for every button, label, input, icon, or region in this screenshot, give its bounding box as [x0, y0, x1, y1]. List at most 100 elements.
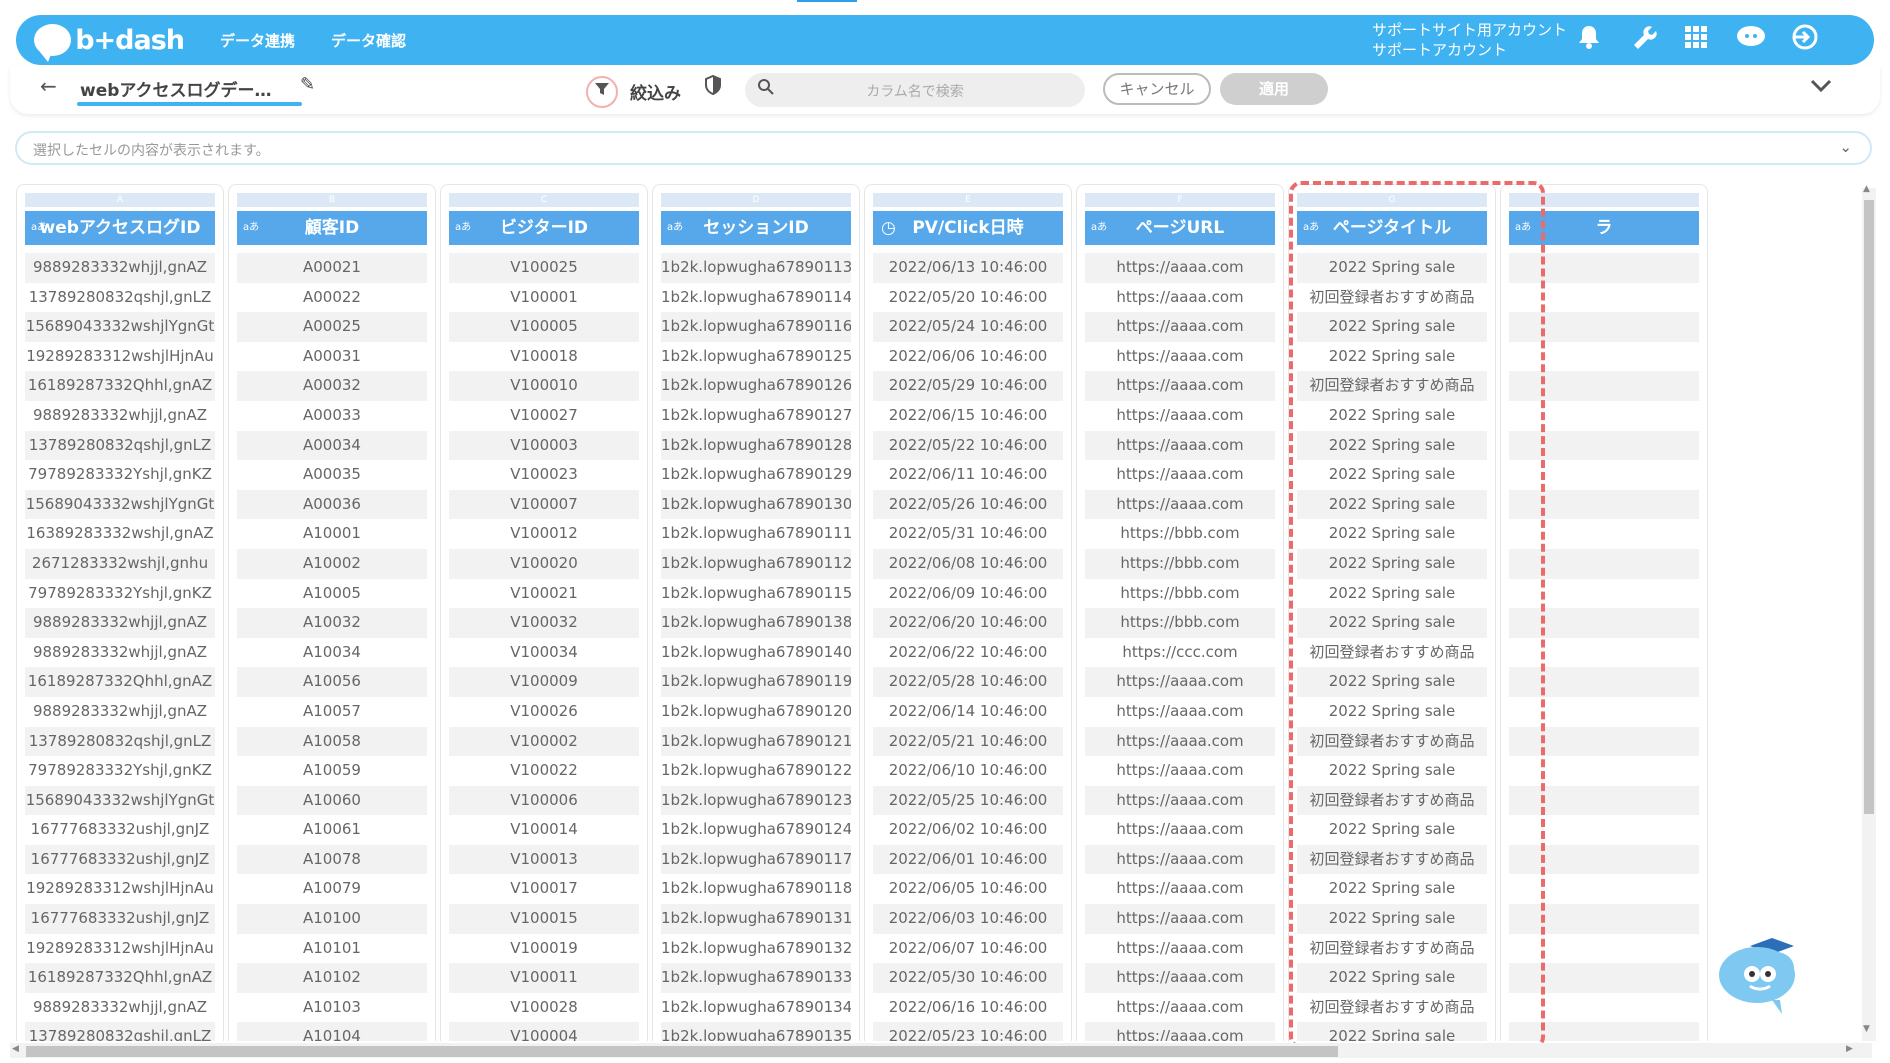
table-cell[interactable]: 初回登録者おすすめ商品 — [1297, 993, 1487, 1023]
table-cell[interactable]: 79789283332Yshjl,gnKZ — [25, 460, 215, 490]
table-cell[interactable]: A10001 — [237, 519, 427, 549]
table-cell[interactable]: 2022/06/05 10:46:00 — [873, 874, 1063, 904]
table-cell[interactable]: https://aaaa.com — [1085, 312, 1275, 342]
table-cell[interactable]: 1b2k.lopwugha67890112 — [661, 548, 851, 579]
table-cell[interactable]: 13789280832qshjl,gnLZ — [25, 430, 215, 461]
table-cell[interactable]: 2022/06/14 10:46:00 — [873, 697, 1063, 727]
table-cell[interactable] — [1509, 904, 1699, 934]
table-cell[interactable]: V100007 — [449, 489, 639, 520]
table-cell[interactable]: 19289283312wshjlHjnAu — [25, 874, 215, 904]
column-header[interactable]: ◷ PV/Click日時 — [873, 211, 1063, 245]
table-cell[interactable]: 2022/06/15 10:46:00 — [873, 401, 1063, 431]
table-cell[interactable]: A10005 — [237, 579, 427, 609]
table-cell[interactable]: https://aaaa.com — [1085, 283, 1275, 313]
table-cell[interactable]: 1b2k.lopwugha67890129 — [661, 460, 851, 490]
table-cell[interactable]: 初回登録者おすすめ商品 — [1297, 283, 1487, 313]
column-header[interactable]: aあ webアクセスログID — [25, 211, 215, 245]
table-cell[interactable]: A00034 — [237, 430, 427, 461]
table-cell[interactable]: 2022/06/16 10:46:00 — [873, 993, 1063, 1023]
column-header[interactable]: aあ ページタイトル — [1297, 211, 1487, 245]
bell-icon[interactable] — [1573, 24, 1605, 56]
table-cell[interactable]: 初回登録者おすすめ商品 — [1297, 785, 1487, 816]
apply-button[interactable]: 適用 — [1220, 73, 1328, 105]
table-cell[interactable] — [1509, 579, 1699, 609]
table-cell[interactable]: 2022 Spring sale — [1297, 312, 1487, 342]
table-cell[interactable]: 1b2k.lopwugha67890133 — [661, 963, 851, 993]
table-cell[interactable]: A10100 — [237, 904, 427, 934]
table-cell[interactable]: 1b2k.lopwugha67890130 — [661, 489, 851, 520]
table-cell[interactable]: V100009 — [449, 667, 639, 697]
table-cell[interactable]: A10002 — [237, 548, 427, 579]
table-cell[interactable]: 19289283312wshjlHjnAu — [25, 342, 215, 372]
table-cell[interactable]: 2671283332wshjl,gnhu — [25, 548, 215, 579]
table-cell[interactable]: 2022 Spring sale — [1297, 874, 1487, 904]
account-info[interactable]: サポートサイト用アカウント サポートアカウント — [1372, 20, 1567, 60]
table-cell[interactable]: A00036 — [237, 489, 427, 520]
table-cell[interactable]: 1b2k.lopwugha67890113 — [661, 253, 851, 283]
table-cell[interactable]: https://aaaa.com — [1085, 963, 1275, 993]
table-cell[interactable]: 2022/06/20 10:46:00 — [873, 608, 1063, 638]
table-cell[interactable]: A10079 — [237, 874, 427, 904]
table-cell[interactable] — [1509, 312, 1699, 342]
column-header[interactable]: aあ 顧客ID — [237, 211, 427, 245]
table-cell[interactable]: 19289283312wshjlHjnAu — [25, 934, 215, 964]
table-cell[interactable]: 1b2k.lopwugha67890124 — [661, 815, 851, 845]
table-cell[interactable]: 2022/06/06 10:46:00 — [873, 342, 1063, 372]
table-cell[interactable]: 2022/05/22 10:46:00 — [873, 430, 1063, 461]
table-cell[interactable]: https://aaaa.com — [1085, 785, 1275, 816]
table-cell[interactable]: 2022/06/01 10:46:00 — [873, 844, 1063, 875]
table-cell[interactable]: 2022/05/26 10:46:00 — [873, 489, 1063, 520]
table-cell[interactable]: 1b2k.lopwugha67890131 — [661, 904, 851, 934]
table-cell[interactable] — [1509, 785, 1699, 816]
table-cell[interactable]: 2022/05/29 10:46:00 — [873, 371, 1063, 401]
back-arrow-icon[interactable]: ← — [40, 74, 57, 98]
table-cell[interactable]: 1b2k.lopwugha67890117 — [661, 844, 851, 875]
table-cell[interactable]: V100020 — [449, 548, 639, 579]
table-cell[interactable]: https://aaaa.com — [1085, 756, 1275, 786]
menu-data-check[interactable]: データ確認 — [331, 30, 406, 51]
chevron-down-icon[interactable] — [1810, 74, 1832, 99]
table-cell[interactable]: 1b2k.lopwugha67890111 — [661, 519, 851, 549]
table-cell[interactable]: V100022 — [449, 756, 639, 786]
column-letter[interactable] — [1509, 193, 1699, 207]
table-cell[interactable]: 79789283332Yshjl,gnKZ — [25, 579, 215, 609]
table-cell[interactable]: 2022 Spring sale — [1297, 401, 1487, 431]
table-cell[interactable]: 1b2k.lopwugha67890121 — [661, 726, 851, 757]
table-cell[interactable]: A10102 — [237, 963, 427, 993]
table-cell[interactable]: 15689043332wshjlYgnGt — [25, 785, 215, 816]
table-cell[interactable]: A10104 — [237, 1022, 427, 1041]
table-cell[interactable]: 2022 Spring sale — [1297, 519, 1487, 549]
table-cell[interactable]: 16777683332ushjl,gnJZ — [25, 904, 215, 934]
column-letter[interactable]: A — [25, 193, 215, 207]
table-cell[interactable]: https://bbb.com — [1085, 608, 1275, 638]
table-cell[interactable]: 1b2k.lopwugha67890126 — [661, 371, 851, 401]
column-letter[interactable]: B — [237, 193, 427, 207]
table-cell[interactable]: A10032 — [237, 608, 427, 638]
mascot-assistant-icon[interactable] — [1712, 930, 1812, 1020]
table-cell[interactable]: https://aaaa.com — [1085, 1022, 1275, 1041]
table-cell[interactable]: https://aaaa.com — [1085, 844, 1275, 875]
table-cell[interactable]: 9889283332whjjl,gnAZ — [25, 608, 215, 638]
table-cell[interactable]: 2022 Spring sale — [1297, 460, 1487, 490]
table-cell[interactable]: 16777683332ushjl,gnJZ — [25, 815, 215, 845]
cell-preview-bar[interactable]: 選択したセルの内容が表示されます。 ⌄ — [15, 131, 1872, 165]
table-cell[interactable] — [1509, 963, 1699, 993]
table-cell[interactable]: https://aaaa.com — [1085, 726, 1275, 757]
table-cell[interactable]: 2022 Spring sale — [1297, 667, 1487, 697]
table-cell[interactable]: V100010 — [449, 371, 639, 401]
table-cell[interactable]: 2022/06/10 10:46:00 — [873, 756, 1063, 786]
scroll-down-arrow-icon[interactable]: ▼ — [1863, 1024, 1870, 1034]
table-cell[interactable]: https://aaaa.com — [1085, 342, 1275, 372]
table-cell[interactable]: 9889283332whjjl,gnAZ — [25, 993, 215, 1023]
horizontal-scroll-thumb[interactable] — [26, 1046, 1338, 1057]
table-cell[interactable]: V100017 — [449, 874, 639, 904]
table-cell[interactable]: V100014 — [449, 815, 639, 845]
table-cell[interactable] — [1509, 430, 1699, 461]
chevron-down-icon[interactable]: ⌄ — [1839, 138, 1852, 156]
table-cell[interactable] — [1509, 489, 1699, 520]
table-cell[interactable]: 2022/06/02 10:46:00 — [873, 815, 1063, 845]
column-search-input[interactable]: カラム名で検索 — [745, 73, 1085, 107]
table-cell[interactable]: A10056 — [237, 667, 427, 697]
table-cell[interactable]: A00021 — [237, 253, 427, 283]
table-cell[interactable]: 1b2k.lopwugha67890135 — [661, 1022, 851, 1041]
